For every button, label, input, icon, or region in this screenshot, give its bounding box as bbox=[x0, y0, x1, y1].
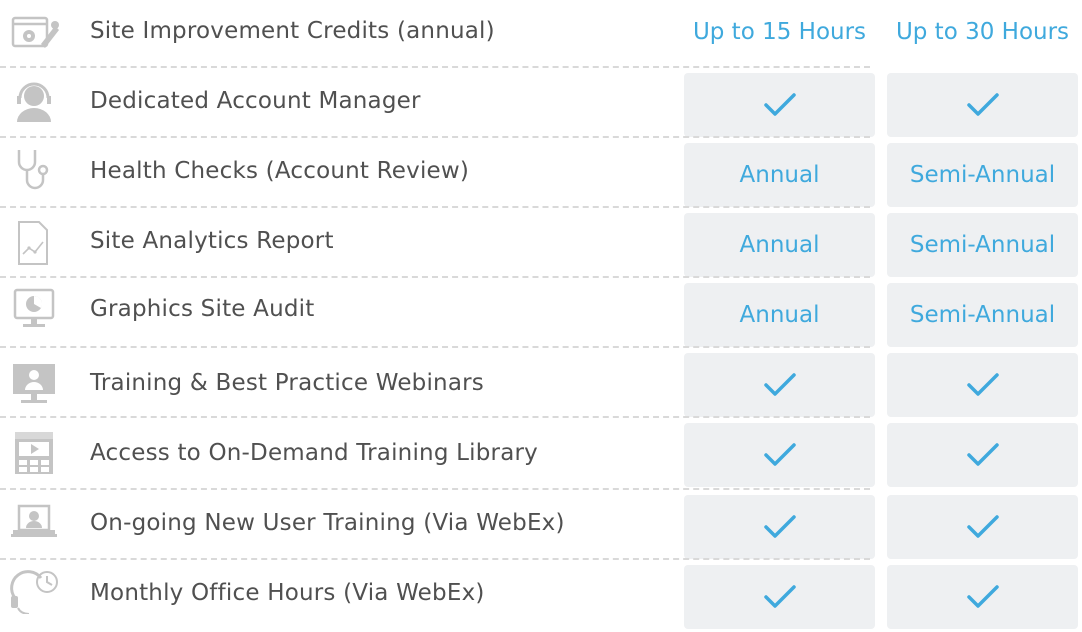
feature-label: Graphics Site Audit bbox=[90, 296, 315, 322]
tier1-value: Annual bbox=[684, 143, 875, 207]
tier2-check bbox=[887, 353, 1078, 417]
feature-label: Monthly Office Hours (Via WebEx) bbox=[90, 580, 485, 606]
feature-row: Graphics Site Audit Annual Semi-Annual bbox=[0, 280, 1082, 350]
row-divider bbox=[0, 558, 870, 560]
tier2-check bbox=[887, 565, 1078, 629]
report-chart-icon bbox=[4, 220, 64, 266]
checkmark-icon bbox=[763, 373, 796, 396]
tier1-value: Up to 15 Hours bbox=[684, 0, 875, 64]
stethoscope-icon bbox=[4, 146, 64, 192]
checkmark-icon bbox=[763, 93, 796, 116]
feature-label: Access to On-Demand Training Library bbox=[90, 440, 538, 466]
feature-row: Dedicated Account Manager bbox=[0, 70, 1082, 140]
laptop-user-icon bbox=[4, 500, 64, 546]
feature-row: Monthly Office Hours (Via WebEx) bbox=[0, 562, 1082, 632]
row-divider bbox=[0, 276, 870, 278]
headset-person-icon bbox=[4, 78, 64, 124]
row-divider bbox=[0, 206, 870, 208]
feature-label: On-going New User Training (Via WebEx) bbox=[90, 510, 565, 536]
tier2-value: Up to 30 Hours bbox=[887, 0, 1078, 64]
checkmark-icon bbox=[966, 443, 999, 466]
feature-row: Access to On-Demand Training Library bbox=[0, 420, 1082, 490]
checkmark-icon bbox=[966, 515, 999, 538]
feature-row: Site Analytics Report Annual Semi-Annual bbox=[0, 210, 1082, 280]
tier1-check bbox=[684, 353, 875, 417]
tier1-value: Annual bbox=[684, 283, 875, 347]
row-divider bbox=[0, 346, 870, 348]
tier1-check bbox=[684, 73, 875, 137]
feature-row: Site Improvement Credits (annual) Up to … bbox=[0, 0, 1082, 70]
tier2-check bbox=[887, 495, 1078, 559]
tier1-check bbox=[684, 495, 875, 559]
row-divider bbox=[0, 66, 870, 68]
checkmark-icon bbox=[966, 373, 999, 396]
video-library-icon bbox=[4, 430, 64, 476]
feature-row: Health Checks (Account Review) Annual Se… bbox=[0, 140, 1082, 210]
tier2-value: Semi-Annual bbox=[887, 283, 1078, 347]
feature-row: Training & Best Practice Webinars bbox=[0, 350, 1082, 420]
feature-label: Health Checks (Account Review) bbox=[90, 158, 470, 184]
feature-label: Site Analytics Report bbox=[90, 228, 334, 254]
tier1-value: Annual bbox=[684, 213, 875, 277]
tier2-check bbox=[887, 73, 1078, 137]
tier1-check bbox=[684, 565, 875, 629]
row-divider bbox=[0, 488, 870, 490]
tier2-value: Semi-Annual bbox=[887, 143, 1078, 207]
checkmark-icon bbox=[966, 585, 999, 608]
checkmark-icon bbox=[763, 443, 796, 466]
row-divider bbox=[0, 136, 870, 138]
checkmark-icon bbox=[763, 515, 796, 538]
checkmark-icon bbox=[966, 93, 999, 116]
tier2-value: Semi-Annual bbox=[887, 213, 1078, 277]
settings-wrench-icon bbox=[4, 8, 64, 54]
webinar-monitor-icon bbox=[4, 360, 64, 406]
checkmark-icon bbox=[763, 585, 796, 608]
feature-label: Dedicated Account Manager bbox=[90, 88, 421, 114]
feature-row: On-going New User Training (Via WebEx) bbox=[0, 492, 1082, 562]
tier1-check bbox=[684, 423, 875, 487]
row-divider bbox=[0, 416, 870, 418]
feature-label: Site Improvement Credits (annual) bbox=[90, 18, 495, 44]
feature-label: Training & Best Practice Webinars bbox=[90, 370, 484, 396]
tier2-check bbox=[887, 423, 1078, 487]
monitor-pie-icon bbox=[4, 286, 64, 332]
headset-clock-icon bbox=[4, 568, 64, 614]
